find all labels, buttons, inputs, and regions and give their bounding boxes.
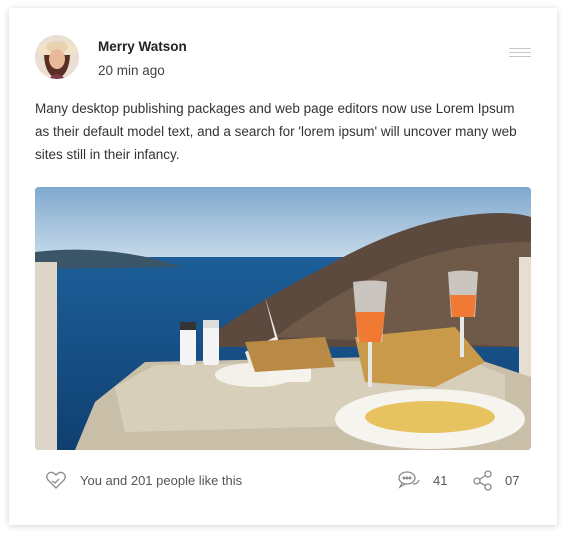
- post-header: Merry Watson 20 min ago: [35, 35, 531, 89]
- post-body-text: Many desktop publishing packages and web…: [35, 101, 517, 162]
- hamburger-menu-icon: [509, 48, 531, 49]
- speech-bubbles-icon[interactable]: [397, 469, 421, 491]
- likes-summary[interactable]: You and 201 people like this: [80, 473, 242, 488]
- post-footer: You and 201 people like this 41 07: [35, 464, 531, 494]
- author-name[interactable]: Merry Watson: [98, 39, 187, 54]
- share-nodes-icon[interactable]: [472, 469, 494, 491]
- post-menu-button[interactable]: [509, 45, 531, 63]
- post-timestamp: 20 min ago: [98, 63, 165, 78]
- comments-count[interactable]: 41: [433, 473, 447, 488]
- heart-hand-icon[interactable]: [44, 468, 68, 492]
- shares-count[interactable]: 07: [505, 473, 519, 488]
- post-image[interactable]: [35, 187, 531, 450]
- author-avatar[interactable]: [35, 35, 79, 79]
- post-card: Merry Watson 20 min ago Many desktop pub…: [9, 8, 557, 525]
